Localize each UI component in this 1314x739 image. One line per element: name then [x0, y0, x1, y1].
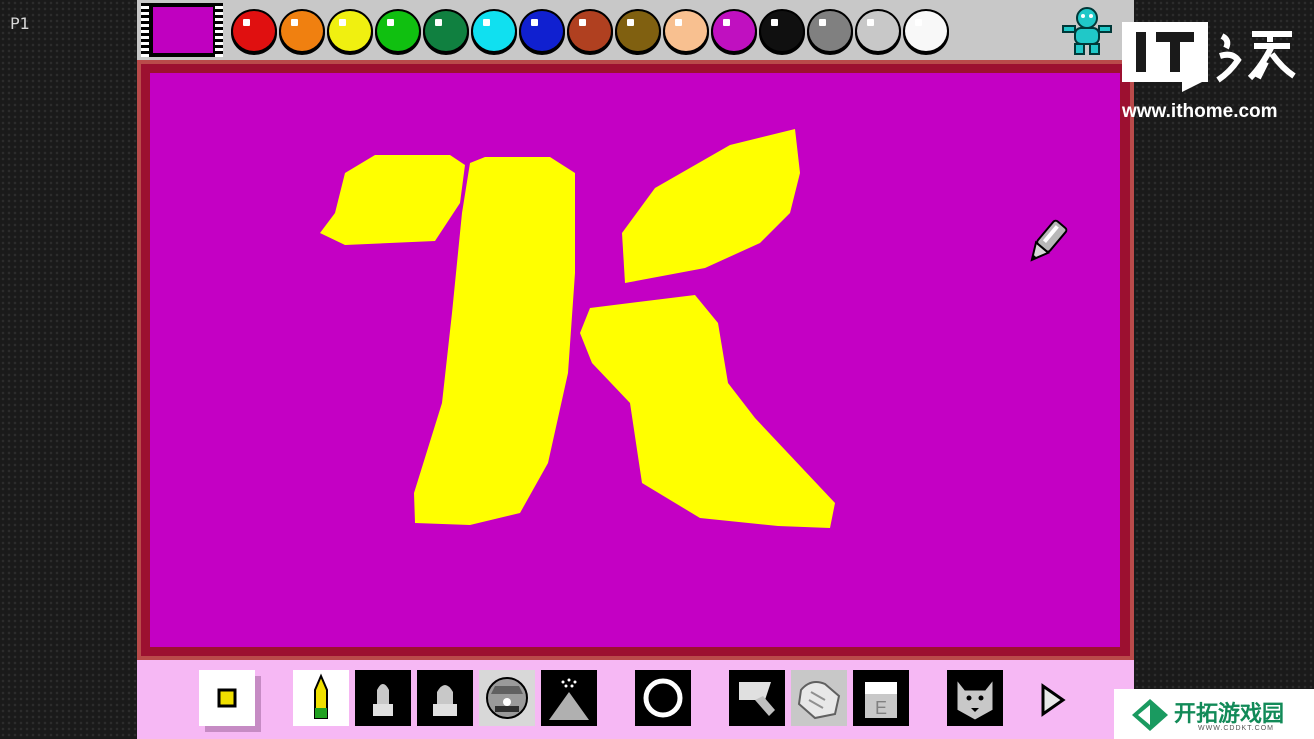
- next-arrow-button[interactable]: [1033, 670, 1089, 726]
- ithome-logo: [1122, 22, 1296, 92]
- tool-bar: E: [137, 660, 1134, 739]
- palette-color-brown-red[interactable]: [569, 11, 611, 51]
- brush-size-tool[interactable]: [199, 670, 255, 726]
- svg-text:E: E: [875, 698, 887, 718]
- palette-color-blue[interactable]: [521, 11, 563, 51]
- stamp-alt-tool[interactable]: [417, 670, 473, 726]
- site-badge: 开拓游戏园 WWW.CDDKT.COM: [1114, 689, 1314, 739]
- palette-color-white[interactable]: [905, 11, 947, 51]
- mario-paint-screen: E: [137, 0, 1134, 739]
- eraser-tool[interactable]: E: [853, 670, 909, 726]
- leaf-logo-icon: [1132, 699, 1168, 731]
- palette-color-gray[interactable]: [809, 11, 851, 51]
- badge-subtitle: WWW.CDDKT.COM: [1198, 725, 1274, 732]
- palette-color-peach[interactable]: [665, 11, 707, 51]
- palette-color-yellow[interactable]: [329, 11, 371, 51]
- pencil-tool[interactable]: [293, 670, 349, 726]
- palette-color-cyan[interactable]: [473, 11, 515, 51]
- drawing-canvas[interactable]: [150, 73, 1120, 647]
- mario-stamp-tool[interactable]: [479, 670, 535, 726]
- palette-color-light-gray[interactable]: [857, 11, 899, 51]
- current-color-indicator: [141, 3, 223, 57]
- palette-color-red[interactable]: [233, 11, 275, 51]
- current-color-swatch: [153, 7, 213, 53]
- color-palette-bar: [137, 0, 1134, 60]
- undo-dog-tool[interactable]: [947, 670, 1003, 726]
- palette-color-olive-brown[interactable]: [617, 11, 659, 51]
- paint-bucket-tool[interactable]: [729, 670, 785, 726]
- stamp-tool[interactable]: [355, 670, 411, 726]
- mascot-icon[interactable]: [1059, 4, 1115, 56]
- palette-color-orange[interactable]: [281, 11, 323, 51]
- palette-color-purple[interactable]: [713, 11, 755, 51]
- palette-color-black[interactable]: [761, 11, 803, 51]
- player-label: P1: [10, 14, 30, 33]
- watermark-site: www.ithome.com: [1122, 101, 1278, 122]
- circle-tool[interactable]: [635, 670, 691, 726]
- palette-color-dark-green[interactable]: [425, 11, 467, 51]
- spray-tool[interactable]: [541, 670, 597, 726]
- badge-title: 开拓游戏园: [1174, 702, 1285, 727]
- palette-color-green[interactable]: [377, 11, 419, 51]
- undo-hand-tool[interactable]: [791, 670, 847, 726]
